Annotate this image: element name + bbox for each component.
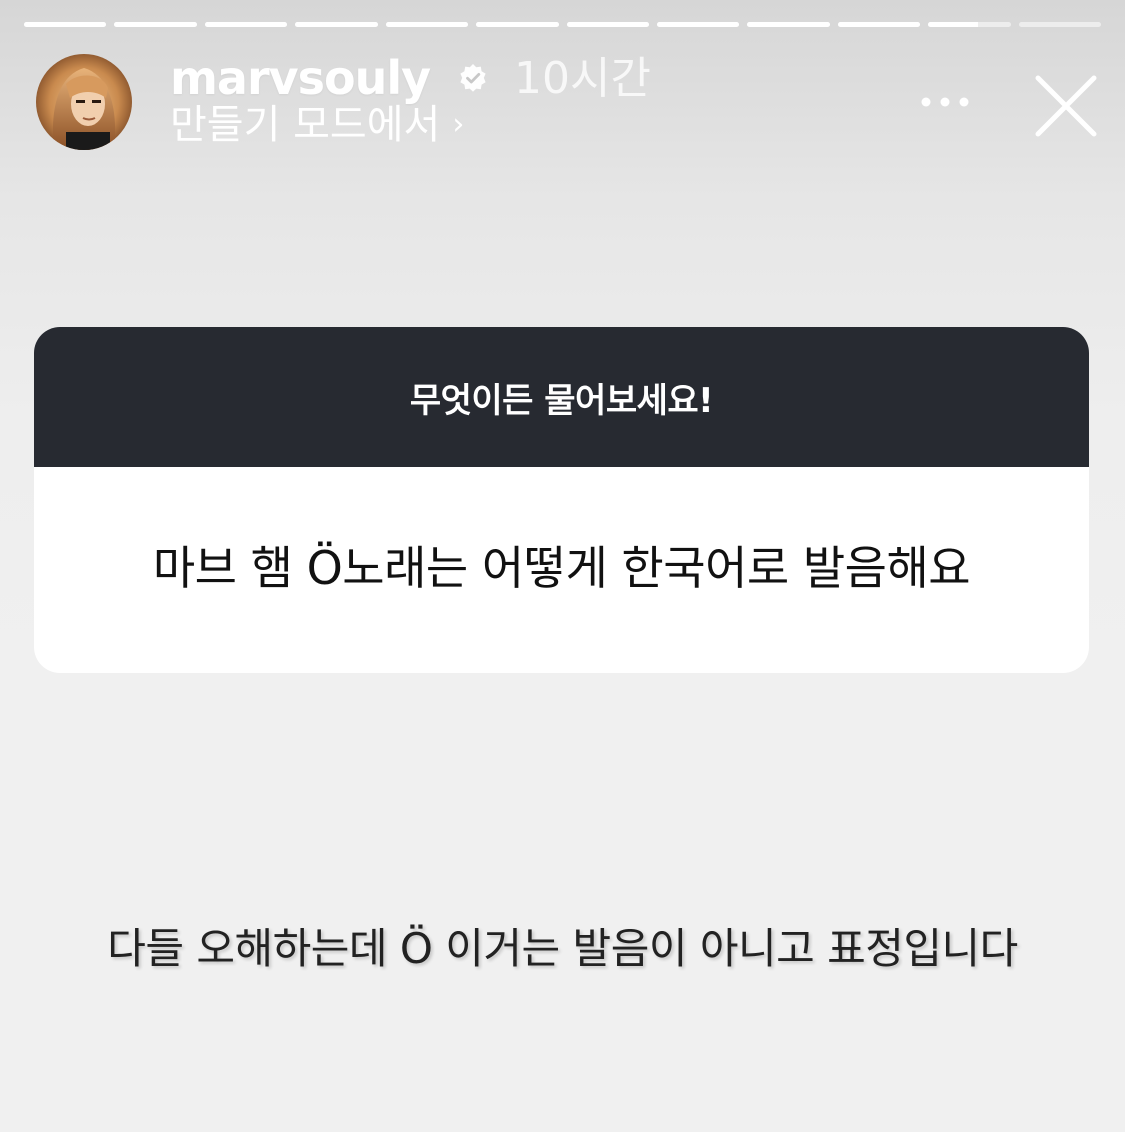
username[interactable]: marvsouly — [170, 50, 431, 106]
progress-segment — [295, 22, 378, 27]
progress-segment-fill — [476, 22, 559, 27]
progress-segment-fill — [747, 22, 830, 27]
progress-segment — [747, 22, 830, 27]
avatar-photo — [36, 54, 132, 150]
progress-segment — [476, 22, 559, 27]
progress-segment — [1018, 22, 1102, 27]
story-progress-bar — [24, 22, 1102, 27]
progress-segment-fill — [24, 22, 107, 27]
progress-segment — [837, 22, 921, 27]
close-icon[interactable] — [1030, 70, 1102, 142]
reply-text: 다들 오해하는데 Ö 이거는 발음이 아니고 표정입니다 — [107, 924, 1018, 973]
progress-segment — [385, 22, 469, 27]
progress-segment-fill — [204, 22, 288, 27]
create-mode-link[interactable]: 만들기 모드에서 › — [170, 100, 464, 150]
progress-segment-fill — [385, 22, 469, 27]
progress-segment — [24, 22, 107, 27]
progress-segment — [656, 22, 740, 27]
progress-segment — [928, 22, 1011, 27]
profile-avatar[interactable] — [36, 54, 132, 150]
progress-segment — [566, 22, 649, 27]
question-sticker-body: 마브 햄 Ö노래는 어떻게 한국어로 발음해요 — [34, 467, 1089, 673]
chevron-right-icon: › — [452, 107, 465, 142]
question-sticker[interactable]: 무엇이든 물어보세요! 마브 햄 Ö노래는 어떻게 한국어로 발음해요 — [34, 327, 1089, 673]
verified-badge-icon — [460, 64, 486, 92]
question-sticker-header: 무엇이든 물어보세요! — [34, 327, 1089, 467]
progress-segment-fill — [114, 22, 197, 27]
progress-segment — [204, 22, 288, 27]
more-options-icon[interactable] — [912, 84, 978, 120]
progress-segment-fill — [928, 22, 978, 27]
progress-segment-fill — [295, 22, 378, 27]
progress-segment-fill — [566, 22, 649, 27]
subtitle-label: 만들기 모드에서 — [170, 102, 441, 148]
question-sticker-title: 무엇이든 물어보세요! — [409, 380, 714, 421]
progress-segment-fill — [656, 22, 740, 27]
question-text: 마브 햄 Ö노래는 어떻게 한국어로 발음해요 — [152, 541, 971, 595]
post-timestamp: 10시간 — [514, 53, 651, 104]
progress-segment-fill — [837, 22, 921, 27]
progress-segment — [114, 22, 197, 27]
